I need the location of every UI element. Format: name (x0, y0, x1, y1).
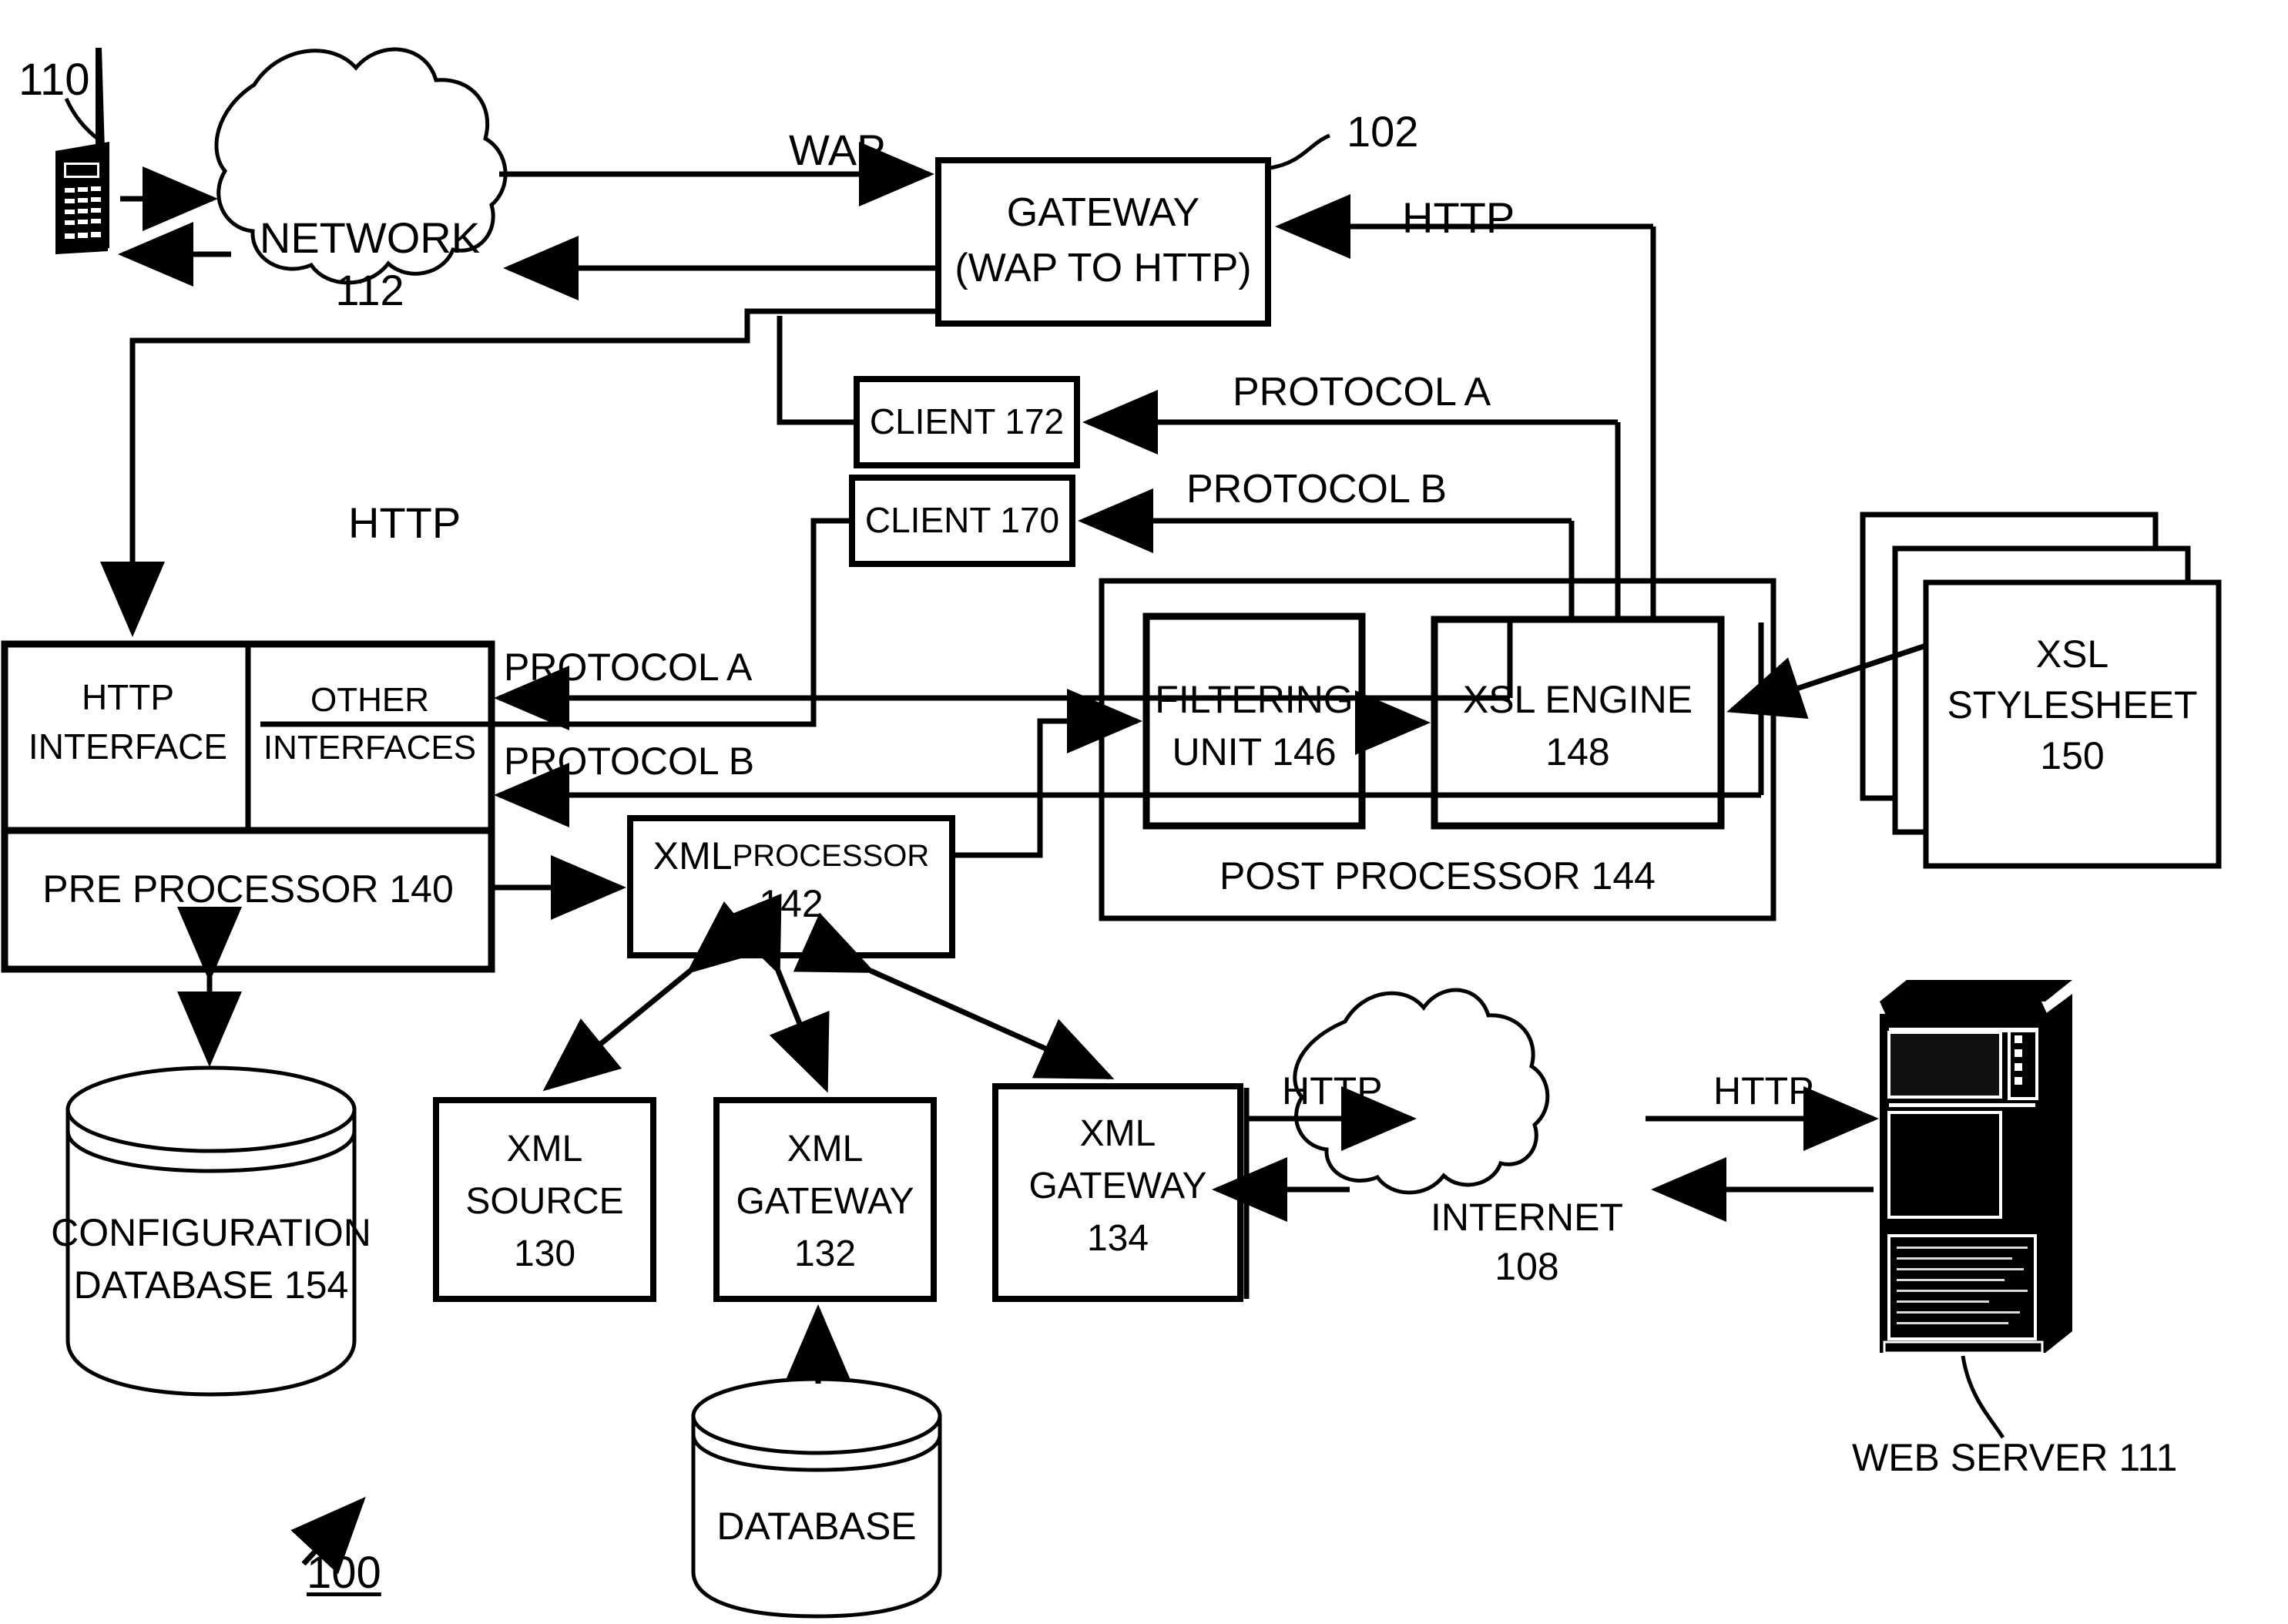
edge-label-wap: WAP (789, 126, 886, 174)
configuration-database-cylinder (65, 1065, 357, 1397)
edge-label-protocol-b-top: PROTOCOL B (1186, 467, 1448, 512)
xsl-stylesheet-stack (1860, 512, 2222, 869)
edge-label-http-left: HTTP (348, 498, 461, 547)
xml-gateway-132-box (713, 1097, 937, 1302)
edge-label-protocol-b-interfaces: PROTOCOL B (504, 740, 755, 783)
edge-client172-left (777, 316, 857, 425)
edge-xmlprocessor-xmlsource (542, 901, 766, 1092)
web-server-icon (1880, 980, 2072, 1439)
figure-ref-label: 100 (307, 1548, 381, 1598)
database-cylinder (691, 1377, 942, 1619)
edge-label-http-internet-server: HTTP (1713, 1069, 1814, 1112)
client-172-box (854, 376, 1080, 468)
mobile-device-ref-label: 110 (18, 55, 90, 105)
gateway-ref-label: 102 (1347, 107, 1419, 156)
edge-label-protocol-a-interfaces: PROTOCOL A (504, 646, 753, 689)
edge-xmlprocessor-gateway132 (721, 893, 830, 1093)
network-cloud-shape (214, 47, 508, 285)
xml-processor-label-processor: PROCESSOR (732, 838, 930, 873)
edge-label-http-gateway: HTTP (1402, 193, 1515, 242)
edge-label-protocol-a-top: PROTOCOL A (1233, 370, 1491, 414)
edge-xmlprocessor-gateway134 (793, 912, 1115, 1080)
xml-processor-label-line1: XML PROCESSOR (633, 834, 949, 877)
gateway-box (935, 157, 1271, 327)
patent-figure-diagram: 110 NETWORK 112 WAP GATEWAY (WAP TO HTTP… (0, 0, 2288, 1624)
edge-gateway-to-http-interface (128, 311, 938, 342)
xml-source-box (433, 1097, 656, 1302)
diagram-vector-layer (1, 47, 2222, 1619)
xml-processor-label-xml: XML (653, 834, 733, 877)
xml-gateway-134-box (992, 1083, 1243, 1302)
client-170-box (849, 475, 1075, 567)
web-server-label: WEB SERVER 111 (1852, 1436, 2178, 1479)
edge-label-http-gw134-internet: HTTP (1282, 1069, 1383, 1112)
